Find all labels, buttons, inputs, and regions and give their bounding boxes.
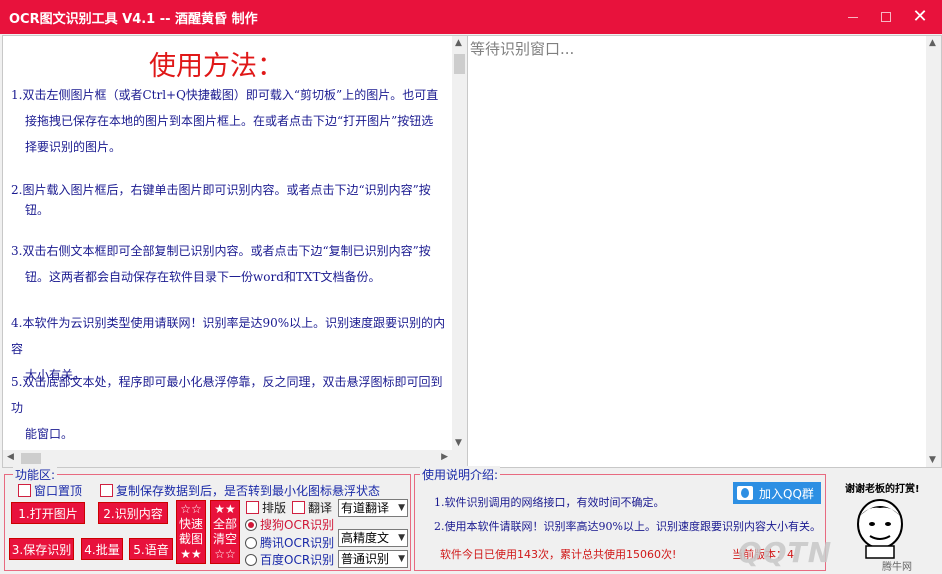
- translator-select[interactable]: 有道翻译 ▼: [338, 499, 408, 517]
- join-qq-group-label: 加入QQ群: [759, 486, 814, 501]
- radio-dot[interactable]: [245, 518, 257, 531]
- join-qq-group-button[interactable]: 加入QQ群: [733, 482, 821, 504]
- quick-capture-button[interactable]: ☆☆ 快速 截图 ★★: [176, 500, 206, 564]
- clear-all-label-1: 全部: [212, 517, 237, 531]
- step-1-line-1: 1.双击左侧图片框（或者Ctrl+Q快捷截图）即可载入“剪切板”上的图片。也可直: [11, 88, 439, 102]
- accuracy-select-value: 高精度文: [341, 531, 390, 545]
- recognize-button[interactable]: 2.识别内容: [98, 502, 168, 524]
- instruction-step-2: 2.图片载入图片框后，右键单击图片即可识别内容。或者点击下边“识别内容”按 钮。: [11, 177, 451, 217]
- open-image-button[interactable]: 1.打开图片: [11, 502, 85, 524]
- step-1-line-3: 择要识别的图片。: [25, 140, 122, 154]
- radio-dot[interactable]: [245, 553, 257, 566]
- window-title: OCR图文识别工具 V4.1 -- 酒醒黄昏 制作: [9, 12, 258, 27]
- scroll-up-icon[interactable]: ▲: [455, 38, 462, 48]
- instruction-step-1: 1.双击左侧图片框（或者Ctrl+Q快捷截图）即可载入“剪切板”上的图片。也可直…: [11, 82, 451, 160]
- quick-capture-label-2: 截图: [178, 532, 203, 546]
- engine-baidu-radio[interactable]: 百度OCR识别: [245, 551, 334, 568]
- radio-dot[interactable]: [245, 536, 257, 549]
- mode-select-value: 普通识别: [341, 552, 390, 566]
- instruction-step-3: 3.双击右侧文本框即可全部复制已识别内容。或者点击下边“复制已识别内容”按 钮。…: [11, 238, 451, 290]
- maximize-icon: [881, 12, 891, 22]
- copy-minimize-label: 复制保存数据到后，是否转到最小化图标悬浮状态: [116, 484, 381, 498]
- function-area-legend: 功能区:: [13, 466, 58, 483]
- checkbox-box[interactable]: [292, 501, 305, 514]
- step-5-line-1: 5.双击底部文本处，程序即可最小化悬浮停靠，反之同理，双击悬浮图标即可回到功: [11, 375, 443, 415]
- engine-sogou-radio[interactable]: 搜狗OCR识别: [245, 516, 334, 533]
- clear-all-stars-bottom: ☆☆: [214, 547, 236, 561]
- engine-baidu-label: 百度OCR识别: [260, 553, 335, 567]
- step-2-line-1: 2.图片载入图片框后，右键单击图片即可识别内容。或者点击下边“识别内容”按: [11, 183, 431, 197]
- qq-icon: [737, 486, 753, 500]
- accuracy-select[interactable]: 高精度文 ▼: [338, 529, 408, 547]
- step-3-line-1: 3.双击右侧文本框即可全部复制已识别内容。或者点击下边“复制已识别内容”按: [11, 244, 431, 258]
- clear-all-stars-top: ★★: [214, 502, 236, 516]
- minimize-button[interactable]: [841, 6, 865, 28]
- always-on-top-checkbox[interactable]: 窗口置顶: [18, 482, 82, 499]
- chevron-down-icon: ▼: [398, 533, 405, 543]
- watermark-caption: 腾牛网: [882, 562, 912, 573]
- chevron-down-icon: ▼: [398, 554, 405, 564]
- scroll-thumb-horizontal[interactable]: [21, 453, 41, 464]
- donate-title: 谢谢老板的打赏!: [845, 484, 920, 495]
- result-textbox[interactable]: 等待识别窗口... ▲ ▼: [467, 35, 942, 468]
- step-2-line-2: 钮。: [25, 203, 50, 217]
- instruction-step-5: 5.双击底部文本处，程序即可最小化悬浮停靠，反之同理，双击悬浮图标即可回到功 能…: [11, 369, 451, 447]
- checkbox-box[interactable]: [18, 484, 31, 497]
- save-button[interactable]: 3.保存识别: [9, 538, 74, 560]
- chevron-down-icon: ▼: [398, 503, 405, 513]
- layout-checkbox[interactable]: 排版: [246, 499, 286, 516]
- title-bar: OCR图文识别工具 V4.1 -- 酒醒黄昏 制作 ✕: [0, 0, 942, 34]
- usage-info-line-2: 2.使用本软件请联网！识别率高达90%以上。识别速度跟要识别内容大小有关。: [434, 520, 821, 533]
- quick-capture-stars-top: ☆☆: [180, 502, 202, 516]
- scroll-down-icon[interactable]: ▼: [455, 438, 462, 448]
- usage-info-legend: 使用说明介绍:: [420, 466, 501, 483]
- step-1-line-2: 接拖拽已保存在本地的图片到本图片框上。在或者点击下边“打开图片”按钮选: [25, 114, 434, 128]
- engine-tencent-label: 腾讯OCR识别: [260, 536, 335, 550]
- donate-face-image: [857, 499, 903, 559]
- translator-select-value: 有道翻译: [341, 501, 390, 515]
- close-button[interactable]: ✕: [908, 6, 932, 28]
- quick-capture-label-1: 快速: [178, 517, 203, 531]
- right-vertical-scrollbar[interactable]: ▲ ▼: [926, 36, 941, 467]
- usage-stats[interactable]: 软件今日已使用143次，累计总共使用15060次!: [440, 546, 676, 562]
- engine-tencent-radio[interactable]: 腾讯OCR识别: [245, 534, 334, 551]
- scroll-up-icon[interactable]: ▲: [929, 38, 936, 48]
- step-3-line-2: 钮。这两者都会自动保存在软件目录下一份word和TXT文档备份。: [25, 270, 381, 284]
- image-box[interactable]: 使用方法： 1.双击左侧图片框（或者Ctrl+Q快捷截图）即可载入“剪切板”上的…: [2, 35, 468, 468]
- quick-capture-stars-bottom: ★★: [180, 547, 202, 561]
- checkbox-box[interactable]: [100, 484, 113, 497]
- batch-button[interactable]: 4.批量: [81, 538, 123, 560]
- clear-all-label-2: 清空: [212, 532, 237, 546]
- clear-all-button[interactable]: ★★ 全部 清空 ☆☆: [210, 500, 240, 564]
- translate-checkbox[interactable]: 翻译: [292, 499, 332, 516]
- watermark-logo: QQTN: [738, 536, 833, 569]
- scroll-down-icon[interactable]: ▼: [929, 455, 936, 465]
- left-horizontal-scrollbar[interactable]: ◀ ▶: [3, 450, 467, 467]
- instructions-title: 使用方法：: [149, 51, 284, 82]
- result-placeholder: 等待识别窗口...: [470, 40, 575, 58]
- usage-info-line-1: 1.软件识别调用的网络接口，有效时间不确定。: [434, 496, 665, 509]
- scroll-left-icon[interactable]: ◀: [7, 452, 14, 462]
- step-4-line-1: 4.本软件为云识别类型使用请联网！识别率是达90%以上。识别速度跟要识别的内容: [11, 316, 446, 356]
- mode-select[interactable]: 普通识别 ▼: [338, 550, 408, 568]
- layout-label: 排版: [262, 501, 287, 515]
- scroll-thumb[interactable]: [454, 54, 465, 74]
- engine-sogou-label: 搜狗OCR识别: [260, 518, 335, 532]
- left-vertical-scrollbar[interactable]: ▲ ▼: [452, 36, 467, 450]
- scroll-right-icon[interactable]: ▶: [441, 452, 448, 462]
- copy-minimize-checkbox[interactable]: 复制保存数据到后，是否转到最小化图标悬浮状态: [100, 482, 380, 499]
- voice-button[interactable]: 5.语音: [129, 538, 173, 560]
- minimize-icon: [848, 17, 858, 18]
- checkbox-box[interactable]: [246, 501, 259, 514]
- maximize-button[interactable]: [874, 6, 898, 28]
- always-on-top-label: 窗口置顶: [34, 484, 83, 498]
- translate-label: 翻译: [308, 501, 333, 515]
- step-5-line-2: 能窗口。: [25, 427, 74, 441]
